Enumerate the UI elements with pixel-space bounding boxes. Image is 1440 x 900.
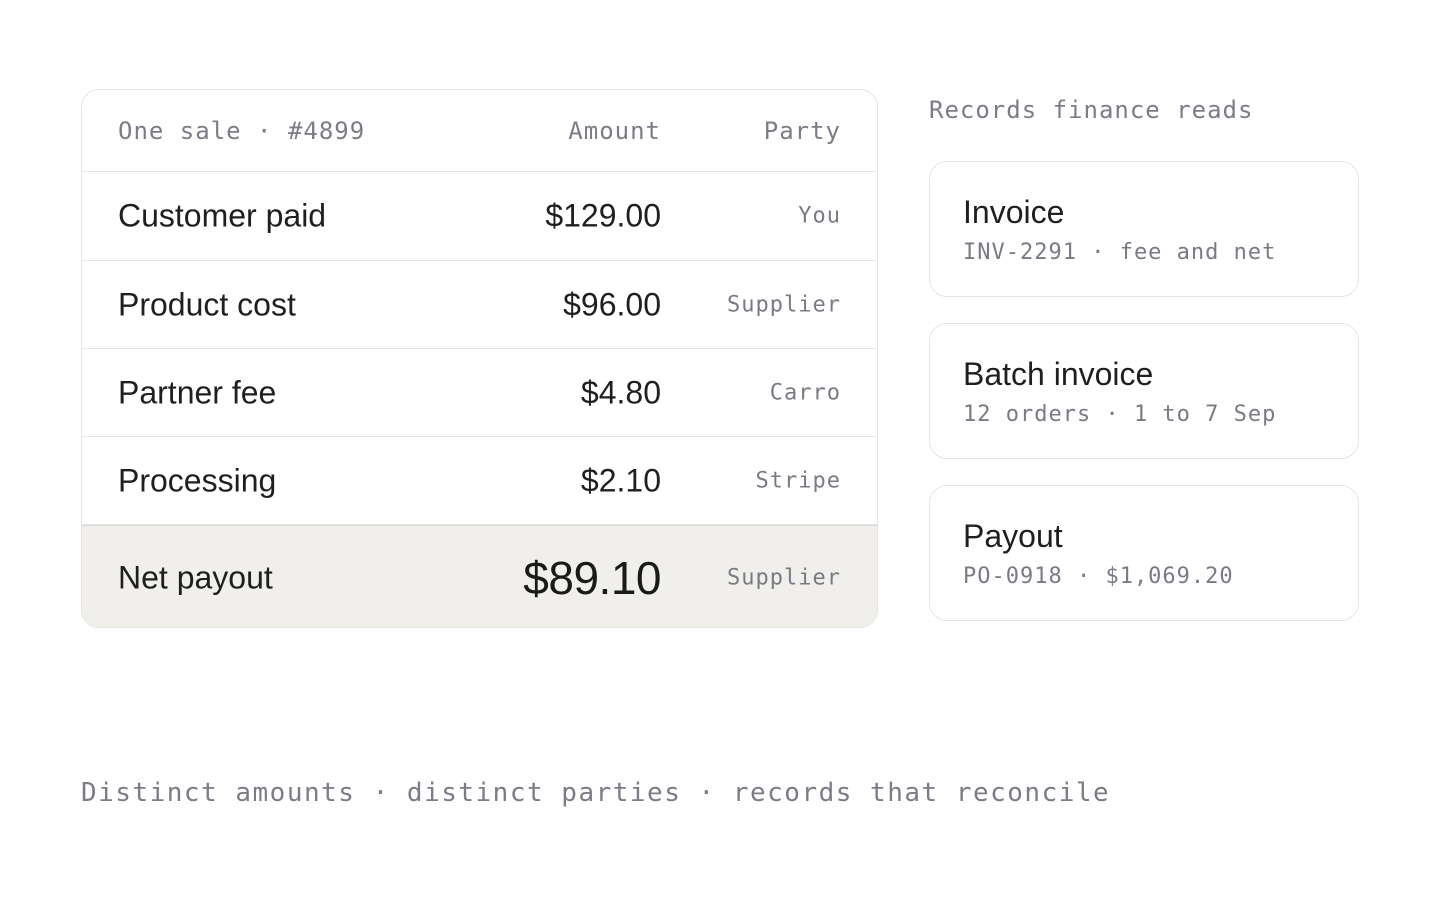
record-title: Invoice	[963, 194, 1065, 230]
records-heading: Records finance reads	[929, 96, 1254, 124]
row-label: Customer paid	[118, 197, 327, 234]
table-header-row: One sale · #4899 Amount Party	[82, 90, 877, 172]
net-payout-row: Net payout $89.10 Supplier	[82, 525, 877, 627]
record-card-batch-invoice[interactable]: Batch invoice 12 orders · 1 to 7 Sep	[929, 323, 1359, 459]
row-party: Supplier	[727, 292, 841, 317]
row-label: Partner fee	[118, 374, 277, 410]
row-party: Stripe	[755, 468, 841, 493]
table-row: Customer paid $129.00 You	[82, 172, 877, 261]
row-amount: $96.00	[563, 286, 661, 322]
net-payout-label: Net payout	[118, 559, 273, 595]
net-payout-party: Supplier	[727, 565, 841, 590]
record-meta: INV-2291 · fee and net	[963, 240, 1277, 265]
table-row: Processing $2.10 Stripe	[82, 437, 877, 525]
sale-id-header: One sale · #4899	[118, 116, 366, 145]
amount-column-header: Amount	[568, 116, 661, 145]
row-amount: $129.00	[545, 197, 661, 234]
row-label: Processing	[118, 462, 277, 498]
record-title: Batch invoice	[963, 356, 1154, 392]
record-meta: PO-0918 · $1,069.20	[963, 564, 1234, 589]
row-party: Carro	[769, 380, 841, 405]
row-amount: $2.10	[580, 462, 661, 498]
record-meta: 12 orders · 1 to 7 Sep	[963, 402, 1277, 427]
sale-breakdown-table: One sale · #4899 Amount Party Customer p…	[81, 89, 878, 628]
record-card-payout[interactable]: Payout PO-0918 · $1,069.20	[929, 485, 1359, 621]
party-column-header: Party	[763, 116, 841, 145]
record-card-invoice[interactable]: Invoice INV-2291 · fee and net	[929, 161, 1359, 297]
net-payout-amount: $89.10	[523, 551, 661, 604]
row-party: You	[798, 203, 841, 229]
row-amount: $4.80	[580, 374, 661, 410]
row-label: Product cost	[118, 286, 296, 322]
table-row: Partner fee $4.80 Carro	[82, 349, 877, 437]
footer-note: Distinct amounts · distinct parties · re…	[81, 778, 1111, 808]
table-row: Product cost $96.00 Supplier	[82, 261, 877, 349]
record-title: Payout	[963, 518, 1063, 554]
